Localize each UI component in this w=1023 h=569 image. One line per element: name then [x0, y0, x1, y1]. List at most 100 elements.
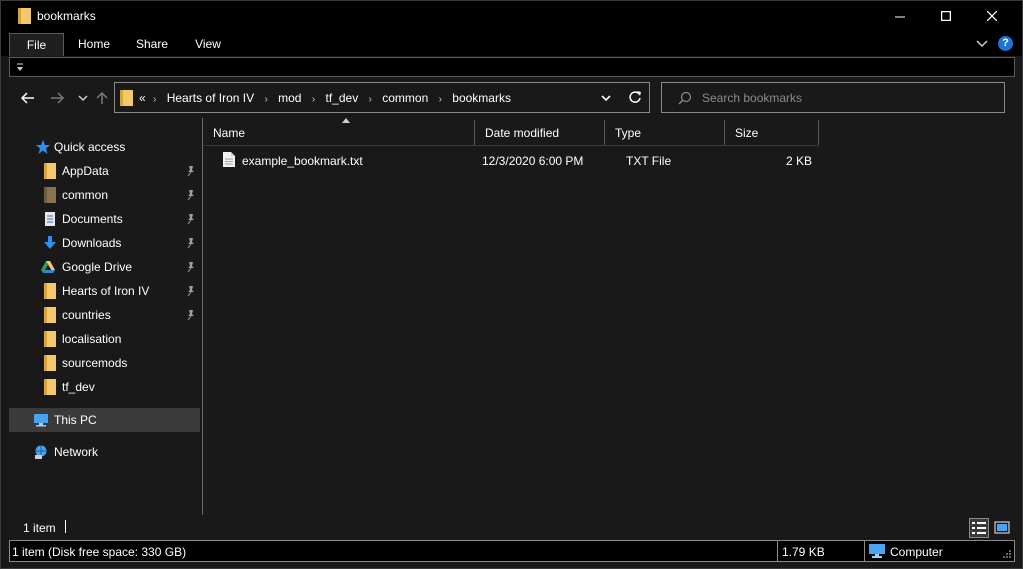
sidebar-item-label: AppData	[62, 164, 109, 178]
sidebar-item-quick-access[interactable]: Quick access	[9, 135, 200, 159]
sidebar-item-localisation[interactable]: localisation	[9, 327, 200, 351]
breadcrumb-common[interactable]: common	[382, 91, 428, 105]
star-icon	[36, 140, 50, 154]
navigation-pane: Quick access AppData common Documents Do…	[1, 118, 202, 515]
breadcrumb-separator: ›	[153, 94, 157, 105]
status-summary: 1 item (Disk free space: 330 GB)	[12, 545, 187, 559]
sidebar-item-label: Documents	[62, 212, 123, 226]
folder-icon	[44, 283, 56, 299]
maximize-button[interactable]	[923, 1, 969, 31]
sidebar-item-label: localisation	[62, 332, 122, 346]
help-icon[interactable]: ?	[998, 36, 1013, 51]
tab-home[interactable]: Home	[71, 33, 117, 56]
column-header-label: Name	[213, 126, 246, 140]
search-box[interactable]	[661, 82, 1005, 113]
sidebar-item-hearts-of-iron-iv[interactable]: Hearts of Iron IV	[9, 279, 200, 303]
pin-icon	[187, 286, 194, 297]
sidebar-item-label: countries	[62, 308, 111, 322]
sidebar-item-documents[interactable]: Documents	[9, 207, 200, 231]
sidebar-item-google-drive[interactable]: Google Drive	[9, 255, 200, 279]
sidebar-item-network[interactable]: Network	[9, 440, 200, 464]
minimize-button[interactable]	[877, 1, 923, 31]
pin-icon	[187, 166, 194, 177]
sidebar-item-label: Network	[54, 445, 99, 459]
breadcrumb-tf-dev[interactable]: tf_dev	[326, 91, 359, 105]
breadcrumb-mod[interactable]: mod	[278, 91, 301, 105]
details-view-icon	[972, 522, 986, 534]
breadcrumb-separator[interactable]: ›	[312, 94, 315, 105]
maximize-icon	[941, 11, 951, 21]
column-header-label: Type	[615, 126, 642, 140]
expand-ribbon-chevron-icon[interactable]	[975, 37, 989, 49]
breadcrumb-separator[interactable]: ›	[264, 94, 267, 105]
network-icon	[35, 445, 47, 459]
details-view-button[interactable]	[969, 518, 989, 538]
tab-view[interactable]: View	[185, 33, 231, 56]
forward-arrow-icon[interactable]	[49, 90, 65, 106]
pin-icon	[187, 310, 194, 321]
pin-icon	[187, 262, 194, 273]
status-size-segment: 1.79 KB	[778, 541, 865, 561]
close-icon	[987, 11, 997, 21]
window-title: bookmarks	[37, 9, 96, 23]
recent-locations-chevron-icon[interactable]	[75, 90, 91, 106]
column-header-size[interactable]: Size	[725, 120, 819, 145]
sidebar-item-common[interactable]: common	[9, 183, 200, 207]
file-size: 2 KB	[785, 154, 812, 168]
status-location: Computer	[890, 545, 943, 559]
tab-file[interactable]: File	[9, 33, 64, 56]
address-bar[interactable]: « › Hearts of Iron IV › mod › tf_dev › c…	[114, 82, 650, 113]
breadcrumb-overflow[interactable]: «	[139, 91, 146, 105]
large-icons-view-icon	[994, 521, 1010, 534]
breadcrumb-separator[interactable]: ›	[369, 94, 372, 105]
sidebar-item-label: common	[62, 188, 109, 202]
this-pc-icon	[34, 414, 48, 427]
sidebar-item-downloads[interactable]: Downloads	[9, 231, 200, 255]
breadcrumb-hearts-of-iron-iv[interactable]: Hearts of Iron IV	[167, 91, 254, 105]
title-bar: bookmarks	[1, 1, 1022, 31]
close-button[interactable]	[969, 1, 1015, 31]
file-type: TXT File	[626, 154, 672, 168]
large-icons-view-button[interactable]	[992, 518, 1012, 538]
column-header-date-modified[interactable]: Date modified	[475, 120, 605, 145]
google-drive-icon	[41, 261, 55, 273]
sidebar-item-label: This PC	[54, 413, 97, 427]
folder-icon	[120, 90, 133, 106]
back-arrow-icon[interactable]	[20, 90, 36, 106]
sidebar-item-countries[interactable]: countries	[9, 303, 200, 327]
folder-icon	[44, 163, 56, 179]
breadcrumb: « › Hearts of Iron IV › mod › tf_dev › c…	[139, 91, 511, 105]
ribbon-tabs: File Home Share View ?	[1, 31, 1022, 56]
file-date-modified: 12/3/2020 6:00 PM	[482, 154, 584, 168]
column-header-label: Size	[735, 126, 759, 140]
column-header-type[interactable]: Type	[605, 120, 725, 145]
refresh-icon[interactable]	[628, 90, 642, 104]
breadcrumb-bookmarks[interactable]: bookmarks	[452, 91, 511, 105]
search-icon	[678, 91, 692, 105]
search-input[interactable]	[702, 89, 992, 107]
sidebar-item-sourcemods[interactable]: sourcemods	[9, 351, 200, 375]
quick-access-toolbar	[9, 57, 1015, 77]
documents-icon	[45, 212, 55, 226]
column-header-label: Date modified	[485, 126, 560, 140]
file-name: example_bookmark.txt	[242, 154, 363, 168]
folder-icon	[18, 8, 31, 24]
tab-share[interactable]: Share	[129, 33, 175, 56]
up-arrow-icon[interactable]	[94, 90, 110, 106]
file-row[interactable]: example_bookmark.txt 12/3/2020 6:00 PM T…	[203, 149, 819, 171]
status-size: 1.79 KB	[782, 545, 825, 559]
sidebar-item-tf-dev[interactable]: tf_dev	[9, 375, 200, 399]
breadcrumb-separator[interactable]: ›	[439, 94, 442, 105]
sidebar-item-label: Quick access	[54, 140, 126, 154]
sidebar-item-appdata[interactable]: AppData	[9, 159, 200, 183]
folder-icon	[44, 307, 56, 323]
sidebar-item-label: Hearts of Iron IV	[62, 284, 150, 298]
address-dropdown-chevron-icon[interactable]	[600, 92, 612, 104]
column-header-name[interactable]: Name	[203, 120, 475, 145]
text-file-icon	[223, 152, 235, 167]
customize-toolbar-icon[interactable]	[14, 60, 26, 74]
resize-grip-icon[interactable]	[1002, 549, 1012, 559]
computer-icon	[869, 544, 885, 558]
sidebar-item-label: Google Drive	[62, 260, 133, 274]
sidebar-item-this-pc[interactable]: This PC	[9, 408, 200, 432]
